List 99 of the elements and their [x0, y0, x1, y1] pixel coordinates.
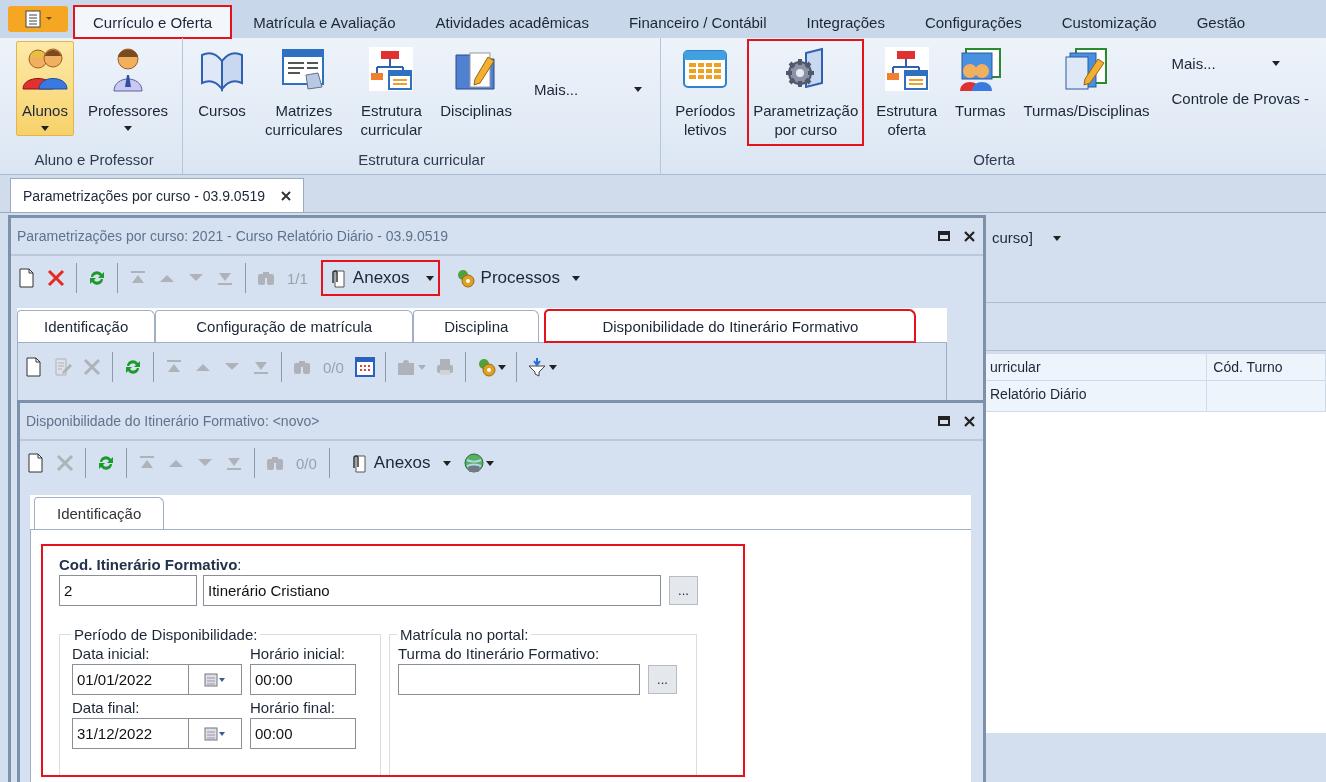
ribbon-tab[interactable]: Customização [1043, 6, 1175, 38]
ribbon-tab[interactable]: Financeiro / Contábil [610, 6, 785, 38]
caret-icon [417, 364, 426, 370]
delete-icon [46, 268, 66, 288]
caret-icon [571, 275, 580, 281]
ribbon-tab[interactable]: Gestão [1178, 6, 1264, 38]
menu-icon[interactable] [8, 6, 68, 32]
chart-icon [882, 45, 931, 93]
field-label: Horário final: [250, 699, 337, 716]
ribbon-button[interactable]: Alunos [16, 41, 74, 136]
caret-icon [1271, 61, 1280, 66]
field-label: Cod. Itinerário Formativo: [59, 556, 243, 573]
caret-icon [1052, 236, 1061, 241]
menu-button[interactable]: Processos [448, 260, 586, 296]
ribbon-tab[interactable]: Configurações [906, 6, 1040, 38]
restore-icon[interactable] [938, 231, 950, 241]
ribbon-button[interactable]: Estrutura curricular [356, 41, 427, 144]
caret-icon [485, 460, 494, 466]
tab[interactable]: Identificação [34, 497, 165, 529]
group-label: Oferta [972, 150, 1016, 170]
input-field[interactable]: 2 [59, 575, 197, 606]
tab[interactable]: Disponibilidade do Itinerário Formativo [545, 310, 916, 342]
input-field[interactable] [398, 664, 640, 695]
input-field[interactable]: Itinerário Cristiano [203, 575, 661, 606]
caret-icon [497, 364, 506, 370]
refresh-icon [87, 268, 107, 288]
column-header: urricular [984, 354, 1208, 380]
date-field[interactable]: 01/01/2022 [72, 664, 242, 695]
tab[interactable]: Disciplina [413, 310, 540, 342]
ribbon-button[interactable]: Turmas/Disciplinas [1019, 41, 1154, 125]
caret-icon [548, 364, 557, 370]
more-button[interactable]: Controle de Provas - [1171, 90, 1310, 107]
ribbon-tab[interactable]: Currículo e Oferta [74, 6, 232, 38]
ribbon-tab[interactable]: Atividades acadêmicas [417, 6, 607, 38]
people-icon [21, 45, 69, 93]
ribbon-tab[interactable]: Matrícula e Avaliação [235, 6, 414, 38]
close-icon[interactable] [964, 415, 975, 427]
ribbon-button[interactable]: Cursos [193, 41, 252, 125]
view-selector[interactable]: curso] [992, 229, 1033, 246]
delete-icon [82, 357, 102, 377]
ribbon-button[interactable]: Estrutura oferta [872, 41, 942, 144]
chart-icon [367, 45, 416, 93]
more-button[interactable]: Mais... [533, 81, 643, 98]
globe-icon [463, 453, 484, 473]
group-title: Matrícula no portal: [399, 626, 530, 643]
restore-icon[interactable] [938, 416, 950, 426]
lookup-button[interactable]: ... [648, 665, 677, 694]
tab[interactable]: Configuração de matrícula [155, 310, 414, 342]
table-cell: Relatório Diário [984, 381, 1208, 411]
column-header: Cód. Turno [1207, 354, 1326, 380]
new-document-icon [17, 268, 37, 288]
record-counter: 0/0 [322, 358, 345, 376]
new-document-icon [26, 453, 46, 473]
caret-icon [425, 275, 434, 281]
date-field[interactable]: 31/12/2022 [72, 718, 242, 749]
printer-icon [434, 357, 455, 377]
window-title: Parametrizações por curso: 2021 - Curso Relatório Diário - 03.9.0519 [17, 228, 450, 244]
group-title: Período de Disponibilidade: [73, 626, 259, 643]
ribbon-button[interactable]: Disciplinas [436, 41, 516, 125]
caret-icon [442, 460, 451, 466]
field-label: Data final: [72, 699, 141, 716]
close-icon[interactable] [281, 190, 291, 201]
filter-icon [526, 357, 547, 377]
document-tab[interactable]: Parametrizações por curso - 03.9.0519 [10, 178, 304, 212]
close-icon[interactable] [964, 230, 975, 242]
field-label: Data inicial: [72, 645, 151, 662]
record-counter: 0/0 [295, 454, 318, 472]
calendar-icon [204, 672, 226, 687]
menu-button[interactable]: Anexos [320, 260, 440, 296]
ribbon-button[interactable]: Matrizes curriculares [261, 41, 347, 144]
toolbar-button[interactable] [352, 355, 377, 379]
group-label: Estrutura curricular [357, 150, 486, 170]
field-label: Horário inicial: [250, 645, 347, 662]
edit-icon [53, 357, 73, 377]
delete-icon [55, 453, 75, 473]
ribbon-button[interactable]: Professores [84, 41, 173, 136]
new-document-icon [24, 357, 44, 377]
ribbon-button[interactable]: Parametrização por curso [749, 41, 863, 144]
caret-icon [41, 126, 49, 131]
ribbon-button[interactable]: Períodos letivos [671, 41, 740, 144]
menu-button[interactable]: Anexos [341, 445, 457, 481]
input-field[interactable]: 00:00 [250, 664, 356, 695]
caret-icon [124, 126, 132, 131]
record-counter: 1/1 [286, 269, 309, 287]
refresh-icon [123, 357, 143, 377]
lookup-button[interactable]: ... [669, 576, 698, 605]
more-button[interactable]: Mais... [1171, 55, 1310, 72]
caret-icon [634, 87, 643, 92]
calendar-icon [204, 726, 226, 741]
field-label: Turma do Itinerário Formativo: [398, 645, 601, 662]
group-label: Aluno e Professor [33, 150, 155, 170]
tab[interactable]: Identificação [17, 310, 156, 342]
ribbon-tab[interactable]: Integrações [788, 6, 903, 38]
grid-icon [354, 357, 375, 377]
input-field[interactable]: 00:00 [250, 718, 356, 749]
ribbon-button[interactable]: Turmas [951, 41, 1010, 125]
window-title: Disponibilidade do Itinerário Formativo: <novo> [26, 413, 321, 429]
toolbar-button[interactable] [461, 451, 496, 475]
refresh-icon [96, 453, 116, 473]
